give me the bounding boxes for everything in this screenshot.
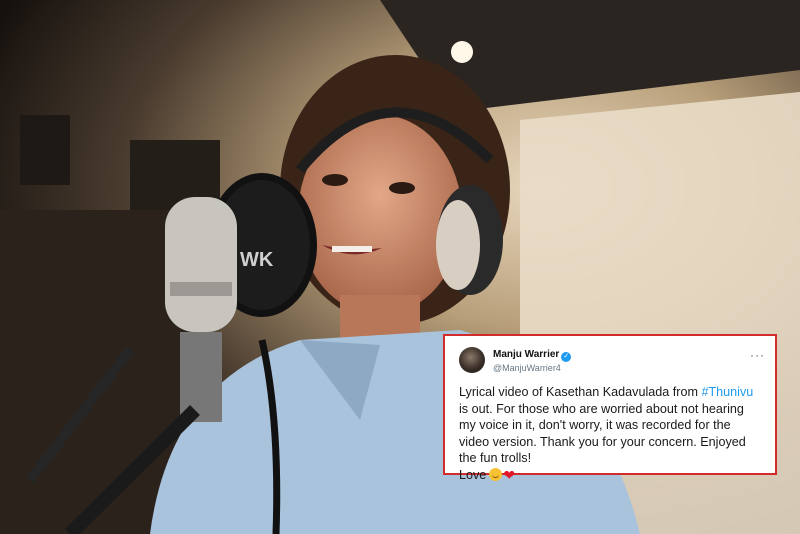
tweet-text: Lyrical video of Kasethan Kadavulada fro… — [459, 384, 763, 484]
tweet-author: Manju Warrier ✓ @ManjuWarrier4 — [493, 347, 572, 374]
hashtag-link[interactable]: #Thunivu — [701, 385, 753, 399]
smiling-face-icon — [489, 467, 503, 481]
tweet-text-part-2: is out. For those who are worried about … — [459, 401, 746, 466]
tweet-sign-off: Love — [459, 467, 487, 482]
mic-shield-text: WK — [240, 249, 274, 271]
verified-badge-icon: ✓ — [561, 351, 572, 362]
tweet-text-part-1: Lyrical video of Kasethan Kadavulada fro… — [459, 385, 702, 399]
author-handle[interactable]: @ManjuWarrier4 — [493, 362, 571, 374]
tweet-header: Manju Warrier ✓ @ManjuWarrier4 — [459, 346, 763, 374]
avatar[interactable] — [459, 347, 485, 373]
ceiling-light — [451, 41, 473, 63]
tweet-card: Manju Warrier ✓ @ManjuWarrier4 ··· Lyrica… — [443, 334, 777, 483]
red-heart-icon: ❤ — [503, 466, 516, 483]
author-name[interactable]: Manju Warrier — [493, 349, 559, 360]
more-options-icon[interactable]: ··· — [750, 348, 765, 362]
